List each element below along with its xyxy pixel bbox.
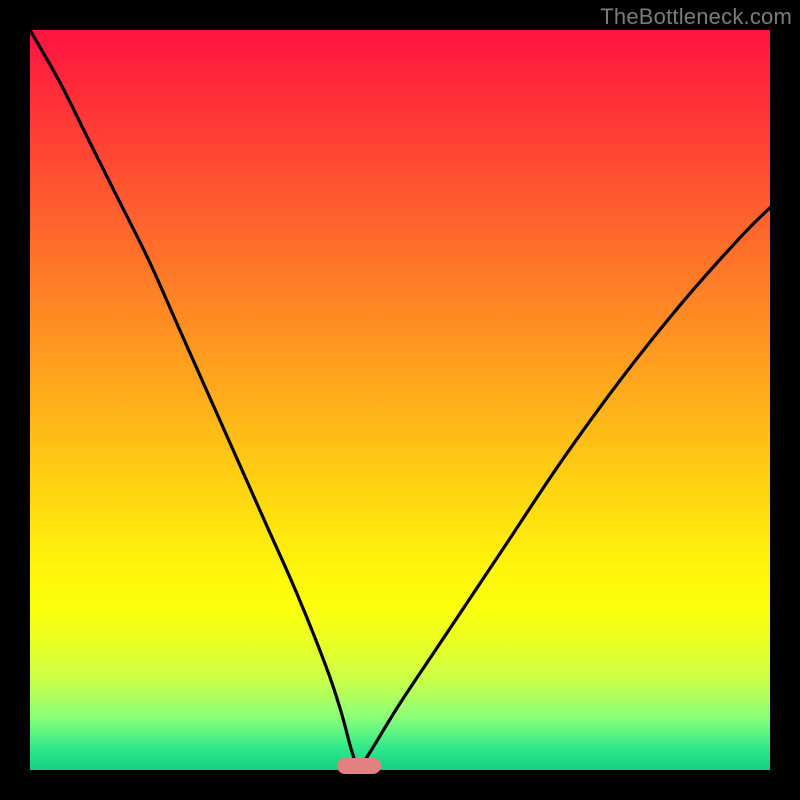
chart-frame: TheBottleneck.com [0,0,800,800]
watermark-text: TheBottleneck.com [600,4,792,30]
curve-layer [30,30,770,770]
optimal-region-marker [337,758,381,774]
bottleneck-curve [30,30,770,766]
plot-area [30,30,770,770]
